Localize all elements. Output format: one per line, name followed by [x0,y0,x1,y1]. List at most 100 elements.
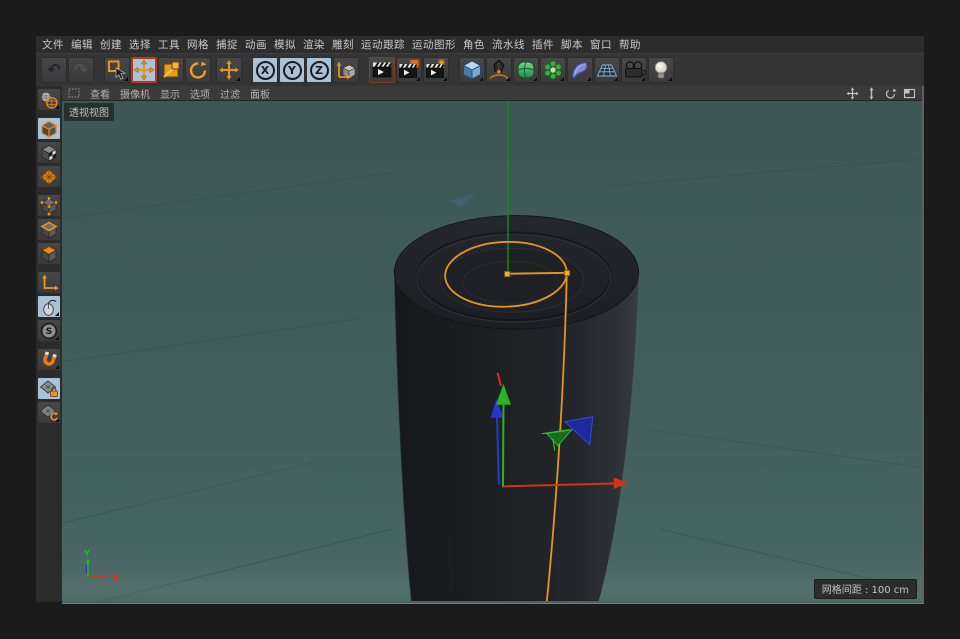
primitive-cube-button[interactable] [459,57,485,83]
viewport-menu-filter[interactable]: 过滤 [220,86,240,101]
workplane-mode-icon [39,167,59,187]
coordinate-system-button[interactable] [333,57,359,83]
menu-item-render[interactable]: 渲染 [303,37,325,52]
spline-point-center [504,271,509,276]
viewport-menu-view[interactable]: 查看 [90,86,110,101]
quantize-icon [39,403,59,423]
mograph-button[interactable] [540,57,566,83]
polygons-mode-button[interactable] [37,242,61,265]
points-mode-button[interactable] [37,194,61,217]
viewport-menu-bar: 查看 摄像机 显示 选项 过滤 面板 [62,86,922,100]
model-mode-button[interactable] [37,117,61,140]
lock-x-button[interactable]: X [252,57,278,83]
floor-icon [595,58,619,82]
model-mode-icon [39,119,59,139]
quantize-button[interactable] [37,401,61,424]
enable-axis-button[interactable] [37,271,61,294]
live-selection-button[interactable] [104,57,130,83]
workplane-mode-button[interactable] [37,165,61,188]
soft-selection-button[interactable]: S [37,319,61,342]
menu-item-character[interactable]: 角色 [463,37,485,52]
menu-item-window[interactable]: 窗口 [590,37,612,52]
undo-icon: ↶ [47,62,60,78]
live-selection-icon [105,58,129,82]
menu-item-mesh[interactable]: 网格 [187,37,209,52]
scale-tool-button[interactable] [158,57,184,83]
workplane-lock-icon [39,379,59,399]
redo-button[interactable]: ↷ [68,57,94,83]
enable-axis-icon [39,273,59,293]
move-tool-button[interactable] [131,57,157,83]
rotate-view-icon[interactable] [884,87,897,100]
floor-button[interactable] [594,57,620,83]
lock-z-button[interactable]: Z [306,57,332,83]
spline-pen-icon [487,58,511,82]
menu-item-pipeline[interactable]: 流水线 [492,37,525,52]
camera-button[interactable] [621,57,647,83]
subdivision-surface-button[interactable] [513,57,539,83]
render-view-button[interactable] [369,57,395,83]
viewport-menu-display[interactable]: 显示 [160,86,180,101]
recent-tool-button[interactable] [216,57,242,83]
workplane-snap-lock-button[interactable] [37,377,61,400]
points-mode-icon [39,196,59,216]
mode-palette: S [36,86,62,602]
svg-text:S: S [46,327,52,337]
rotate-icon [186,58,210,82]
tweak-mode-button[interactable] [37,295,61,318]
texture-mode-button[interactable] [37,141,61,164]
menu-item-animate[interactable]: 动画 [245,37,267,52]
coordinate-system-icon [334,58,358,82]
polygons-mode-icon [39,244,59,264]
lock-x-icon: X [256,61,275,80]
menu-item-edit[interactable]: 编辑 [71,37,93,52]
pan-view-icon[interactable] [846,87,859,100]
viewport-canvas[interactable]: X Y 透视视图 网格间距 : 100 cm [62,100,922,603]
menu-item-sculpt[interactable]: 雕刻 [332,37,354,52]
zoom-view-icon[interactable] [865,87,878,100]
lock-z-icon: Z [310,61,329,80]
light-icon [649,58,673,82]
menu-item-select[interactable]: 选择 [129,37,151,52]
viewport-menu-options[interactable]: 选项 [190,86,210,101]
texture-mode-icon [39,143,59,163]
undo-button[interactable]: ↶ [41,57,67,83]
mouse-icon [39,297,59,317]
viewport-menu-cameras[interactable]: 摄像机 [120,86,150,101]
menu-item-motion-tracker[interactable]: 运动跟踪 [361,37,405,52]
soft-selection-icon: S [39,321,59,341]
enable-snap-button[interactable] [37,348,61,371]
camera-icon [622,58,646,82]
deformer-button[interactable] [567,57,593,83]
render-picture-viewer-button[interactable] [396,57,422,83]
menu-item-simulate[interactable]: 模拟 [274,37,296,52]
distant-object-hint [449,194,475,207]
menu-item-file[interactable]: 文件 [42,37,64,52]
menu-item-create[interactable]: 创建 [100,37,122,52]
menu-item-tools[interactable]: 工具 [158,37,180,52]
render-settings-icon [424,58,448,82]
spline-point-right [564,270,569,275]
menu-item-snap[interactable]: 捕捉 [216,37,238,52]
main-toolbar: ↶ ↷ X Y Z [36,53,924,86]
mograph-icon [541,58,565,82]
menu-item-help[interactable]: 帮助 [619,37,641,52]
recent-tool-icon [217,58,241,82]
menu-item-mograph[interactable]: 运动图形 [412,37,456,52]
toggle-layout-icon[interactable] [903,87,916,100]
light-button[interactable] [648,57,674,83]
make-editable-button[interactable] [37,88,61,111]
edges-mode-icon [39,220,59,240]
spline-pen-button[interactable] [486,57,512,83]
render-settings-button[interactable] [423,57,449,83]
rotate-tool-button[interactable] [185,57,211,83]
viewport-menu-panel[interactable]: 面板 [250,86,270,101]
edges-mode-button[interactable] [37,218,61,241]
menu-item-plugins[interactable]: 插件 [532,37,554,52]
lock-y-button[interactable]: Y [279,57,305,83]
viewport-panel: 查看 摄像机 显示 选项 过滤 面板 [62,86,924,604]
menu-item-script[interactable]: 脚本 [561,37,583,52]
menu-bar: 文件 编辑 创建 选择 工具 网格 捕捉 动画 模拟 渲染 雕刻 运动跟踪 运动… [36,36,924,53]
lock-y-icon: Y [283,61,302,80]
cinema4d-window: 文件 编辑 创建 选择 工具 网格 捕捉 动画 模拟 渲染 雕刻 运动跟踪 运动… [0,0,960,639]
